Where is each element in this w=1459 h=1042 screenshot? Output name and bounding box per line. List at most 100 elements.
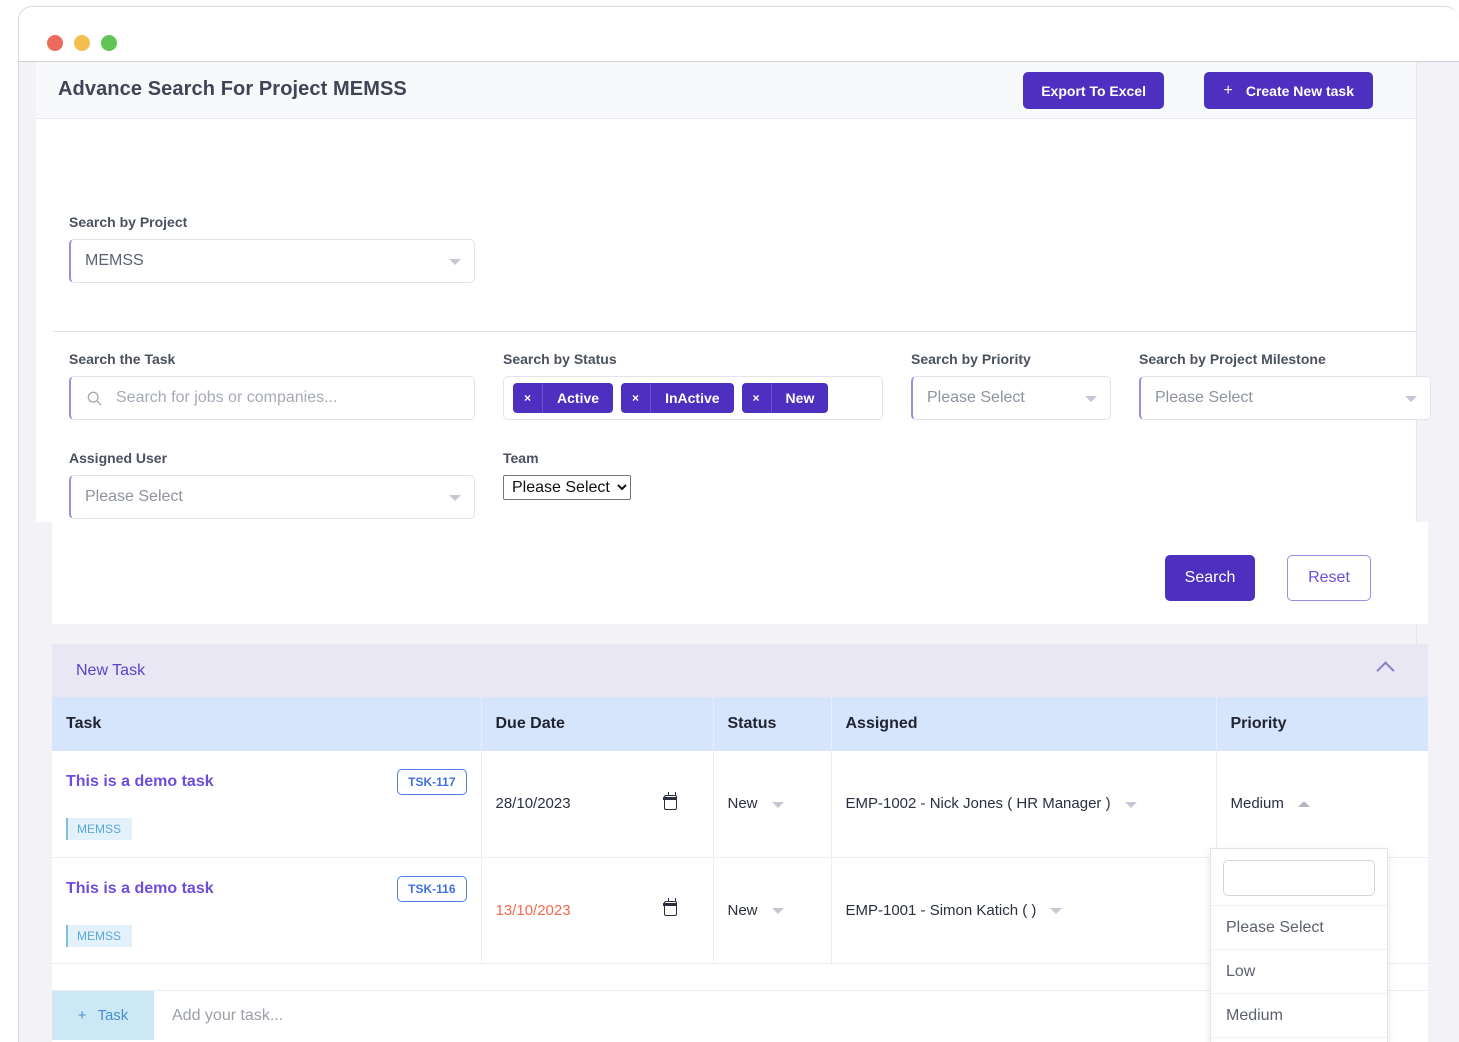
add-task-label: Task: [97, 1007, 129, 1024]
column-header-priority: Priority: [1216, 697, 1428, 751]
plus-icon: +: [77, 1007, 87, 1024]
page-title: Advance Search For Project MEMSS: [58, 78, 407, 100]
search-actions-card: Search Reset: [52, 522, 1428, 624]
chevron-down-icon: [1085, 396, 1097, 402]
status-select[interactable]: New: [728, 902, 792, 919]
status-tag-label: New: [785, 390, 815, 406]
task-code-badge[interactable]: TSK-116: [397, 875, 467, 902]
reset-button[interactable]: Reset: [1287, 555, 1371, 601]
chevron-down-icon: [771, 801, 784, 808]
assigned-user-select[interactable]: Please Select: [69, 475, 475, 519]
task-cell: This is a demo task TSK-117 MEMSS: [52, 751, 482, 858]
chevron-up-icon[interactable]: [1376, 661, 1395, 680]
task-code-badge[interactable]: TSK-117: [397, 769, 467, 795]
team-field: Team Please Select: [503, 450, 723, 500]
search-the-task-field: Search the Task: [69, 351, 475, 420]
window-close-button[interactable]: [47, 35, 63, 51]
status-tag-inactive[interactable]: × InActive: [621, 383, 734, 413]
project-select-value: MEMSS: [85, 252, 144, 269]
priority-select[interactable]: Medium: [1231, 795, 1318, 812]
priority-option-low[interactable]: Low: [1211, 949, 1387, 993]
status-tag-container[interactable]: × Active × InActive × New: [503, 376, 883, 420]
new-task-section-header[interactable]: New Task: [52, 644, 1428, 697]
assigned-select[interactable]: EMP-1002 - Nick Jones ( HR Manager ): [846, 795, 1145, 812]
create-new-task-button[interactable]: + Create New task: [1204, 72, 1373, 109]
chevron-down-icon: [449, 259, 461, 265]
plus-icon: +: [1223, 81, 1233, 99]
search-by-priority-field: Search by Priority Please Select: [911, 351, 1111, 420]
column-header-assigned: Assigned: [831, 697, 1217, 751]
project-select[interactable]: MEMSS: [69, 239, 475, 283]
new-task-section-title: New Task: [76, 661, 146, 679]
priority-option-high[interactable]: High: [1211, 1037, 1387, 1042]
status-tag-new[interactable]: × New: [741, 383, 829, 413]
priority-dropdown-search-input[interactable]: [1223, 860, 1375, 896]
task-name-link[interactable]: This is a demo task: [66, 773, 214, 790]
status-tag-label: InActive: [665, 390, 720, 406]
milestone-select-value: Please Select: [1155, 389, 1253, 406]
priority-filter-select[interactable]: Please Select: [911, 376, 1111, 420]
priority-option-medium[interactable]: Medium: [1211, 993, 1387, 1037]
team-label: Team: [503, 450, 539, 466]
due-date-cell[interactable]: 13/10/2023: [481, 857, 714, 964]
page-header: Advance Search For Project MEMSS Export …: [36, 62, 1416, 119]
chevron-down-icon: [1405, 396, 1417, 402]
search-the-task-label: Search the Task: [69, 351, 176, 367]
search-by-priority-label: Search by Priority: [911, 351, 1031, 367]
browser-window: Advance Search For Project MEMSS Export …: [18, 6, 1459, 1042]
search-icon: [87, 391, 102, 406]
assigned-user-field: Assigned User Please Select: [69, 450, 475, 519]
due-date-value: 13/10/2023: [495, 901, 571, 919]
column-header-task: Task: [52, 697, 482, 751]
task-search-box[interactable]: [69, 376, 475, 420]
status-select[interactable]: New: [728, 795, 792, 812]
remove-icon[interactable]: ×: [742, 383, 772, 413]
window-maximize-button[interactable]: [101, 35, 117, 51]
status-value: New: [727, 901, 758, 919]
search-by-project-label: Search by Project: [69, 214, 188, 230]
calendar-icon[interactable]: [662, 791, 677, 810]
search-by-project-field: Search by Project MEMSS: [69, 214, 475, 283]
search-button[interactable]: Search: [1165, 555, 1255, 601]
due-date-value: 28/10/2023: [495, 795, 571, 813]
task-cell: This is a demo task TSK-116 MEMSS: [52, 857, 482, 964]
status-cell: New: [713, 857, 832, 964]
priority-dropdown-menu[interactable]: Please Select Low Medium High Urgent: [1210, 848, 1388, 1042]
app-page: Advance Search For Project MEMSS Export …: [19, 62, 1459, 1042]
search-form-card: Search by Project MEMSS Search the Task: [36, 119, 1431, 522]
team-select[interactable]: Please Select: [503, 475, 631, 500]
status-tag-label: Active: [557, 390, 600, 406]
chevron-down-icon: [1050, 908, 1063, 914]
assigned-value: EMP-1001 - Simon Katich ( ): [845, 901, 1037, 919]
assigned-select[interactable]: EMP-1001 - Simon Katich ( ): [846, 902, 1071, 919]
search-by-status-label: Search by Status: [503, 351, 617, 367]
search-by-status-field: Search by Status × Active × InActive × N: [503, 351, 883, 420]
add-task-button[interactable]: + Task: [52, 991, 154, 1040]
milestone-select[interactable]: Please Select: [1139, 376, 1431, 420]
status-cell: New: [713, 751, 832, 858]
remove-icon[interactable]: ×: [513, 383, 544, 413]
task-name-link[interactable]: This is a demo task: [66, 880, 214, 897]
priority-dropdown-search-wrap: [1211, 849, 1387, 905]
assigned-user-value: Please Select: [85, 488, 183, 505]
task-search-input[interactable]: [114, 388, 434, 408]
window-minimize-button[interactable]: [74, 35, 90, 51]
create-new-task-label: Create New task: [1245, 82, 1354, 99]
assigned-value: EMP-1002 - Nick Jones ( HR Manager ): [845, 795, 1111, 813]
remove-icon[interactable]: ×: [621, 383, 652, 413]
assigned-cell: EMP-1001 - Simon Katich ( ): [831, 857, 1217, 964]
priority-cell: Medium: [1216, 751, 1428, 858]
search-by-milestone-label: Search by Project Milestone: [1139, 351, 1326, 367]
priority-option-please-select[interactable]: Please Select: [1211, 905, 1387, 949]
due-date-cell[interactable]: 28/10/2023: [481, 751, 714, 858]
calendar-icon[interactable]: [662, 898, 677, 916]
task-project-badge: MEMSS: [66, 818, 133, 840]
form-divider: [53, 331, 1416, 332]
assigned-user-label: Assigned User: [69, 450, 168, 466]
export-to-excel-button[interactable]: Export To Excel: [1023, 72, 1164, 109]
status-tag-active[interactable]: × Active: [513, 383, 614, 413]
priority-value: Medium: [1230, 795, 1284, 813]
task-project-badge: MEMSS: [66, 924, 133, 947]
table-row: This is a demo task TSK-117 MEMSS 28/10/…: [52, 751, 1428, 858]
chevron-down-icon: [771, 908, 784, 914]
